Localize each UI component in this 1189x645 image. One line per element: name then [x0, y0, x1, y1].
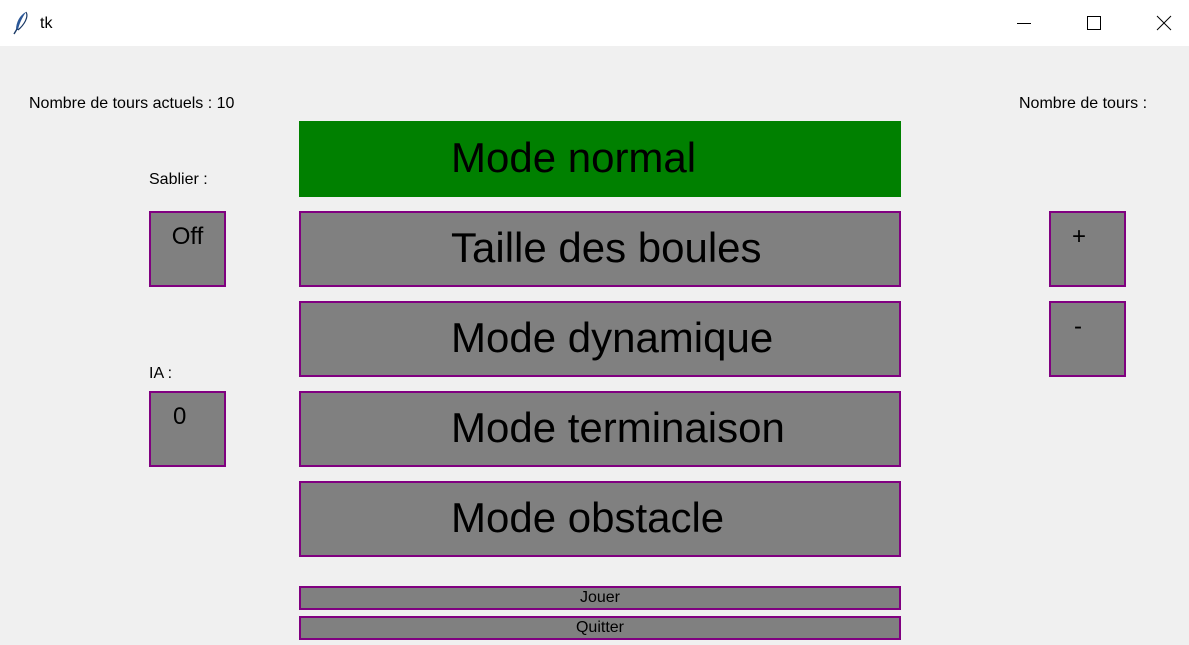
ai-label: IA : [149, 365, 173, 382]
hourglass-toggle-value: Off [171, 223, 204, 250]
mode-obstacle-label: Mode obstacle [451, 494, 725, 541]
close-button[interactable] [1141, 0, 1187, 46]
minimize-button[interactable] [1001, 0, 1047, 46]
mode-termination-label: Mode terminaison [451, 404, 785, 451]
current-turns-label: Nombre de tours actuels : 10 [29, 95, 235, 112]
mode-obstacle-button[interactable]: Mode obstacle [299, 481, 901, 557]
quit-button[interactable]: Quitter [299, 616, 901, 640]
maximize-button[interactable] [1071, 0, 1117, 46]
decrease-turns-button[interactable]: - [1049, 301, 1126, 377]
mode-normal-button[interactable]: Mode normal [299, 121, 901, 197]
mode-ball-size-button[interactable]: Taille des boules [299, 211, 901, 287]
mode-dynamic-label: Mode dynamique [451, 314, 774, 361]
turns-label: Nombre de tours : [1019, 95, 1148, 112]
mode-normal-label: Mode normal [451, 134, 697, 181]
feather-icon [12, 11, 32, 35]
title-bar: tk [0, 0, 1189, 46]
minimize-icon [1017, 23, 1031, 24]
increase-turns-button[interactable]: + [1049, 211, 1126, 287]
close-icon [1156, 15, 1172, 31]
hourglass-label: Sablier : [149, 171, 208, 188]
window-title: tk [40, 15, 53, 32]
mode-ball-size-label: Taille des boules [451, 224, 762, 271]
plus-label: + [1072, 223, 1087, 250]
ai-level-button[interactable]: 0 [149, 391, 226, 467]
ai-level-value: 0 [173, 403, 187, 430]
mode-dynamic-button[interactable]: Mode dynamique [299, 301, 901, 377]
mode-termination-button[interactable]: Mode terminaison [299, 391, 901, 467]
minus-label: - [1074, 313, 1082, 340]
maximize-icon [1087, 16, 1101, 30]
play-button[interactable]: Jouer [299, 586, 901, 610]
hourglass-toggle-button[interactable]: Off [149, 211, 226, 287]
